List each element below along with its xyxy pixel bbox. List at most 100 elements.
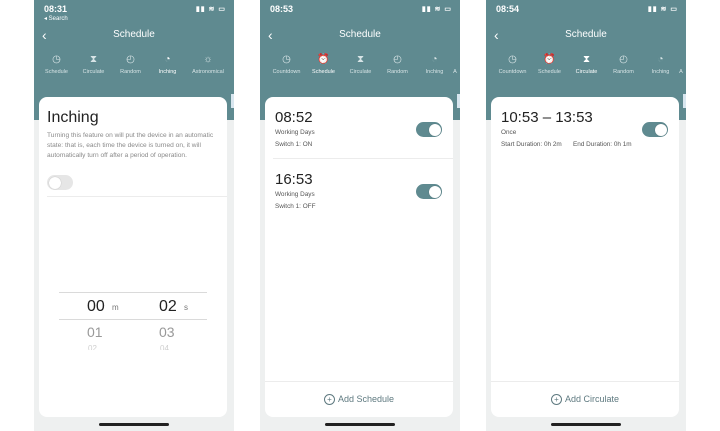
minutes-unit: m	[112, 303, 119, 312]
toggle-knob	[428, 123, 441, 136]
sunrise-icon	[450, 52, 460, 68]
tab-random[interactable]: ◴ Random	[112, 52, 149, 76]
hourglass-icon: ⧗	[89, 54, 98, 65]
schedule-days: Working Days	[275, 129, 315, 136]
mode-tabs: ◷ Countdown ⏰ Schedule ⧗ Circulate ◴ Random …	[486, 52, 686, 82]
alarm-clock-icon: ⏰	[543, 54, 556, 65]
tab-countdown[interactable]: ◷ Countdown	[494, 52, 531, 76]
phone-schedule: 08:53 ▮▮ ≋ ▭ ‹ Schedule ◷ Countdown ⏰ Sche…	[260, 0, 460, 431]
sunrise-icon: ☼	[203, 54, 213, 65]
home-indicator	[551, 423, 621, 426]
inching-card: Inching Turning this feature on will put…	[39, 97, 227, 417]
tab-inching[interactable]: ◔ Inching	[416, 52, 453, 76]
status-time: 08:31	[44, 4, 68, 14]
footer-divider	[265, 381, 453, 382]
schedule-days: Working Days	[275, 191, 315, 198]
add-schedule-label: Add Schedule	[337, 394, 395, 404]
duration-picker[interactable]: 00 m 02 s 01 03 02 04	[59, 292, 207, 352]
schedule-time: 08:52	[275, 109, 313, 126]
add-circulate-button[interactable]: + Add Circulate	[491, 394, 679, 406]
picker-line-top	[59, 292, 207, 293]
divider	[273, 158, 453, 159]
clock-icon: ◷	[52, 54, 61, 65]
signal-wifi-battery-icon: ▮▮ ≋ ▭	[195, 6, 226, 13]
schedule-toggle[interactable]	[416, 184, 442, 199]
minutes-next[interactable]: 01	[87, 324, 103, 340]
seconds-value[interactable]: 02	[159, 298, 177, 316]
tab-schedule[interactable]: ◷ Schedule	[38, 52, 75, 76]
tab-circulate[interactable]: ⧗ Circulate	[75, 52, 112, 76]
tab-astronomical-partial[interactable]: A	[676, 52, 686, 76]
tab-astronomical[interactable]: ☼ Astronomical	[186, 52, 230, 76]
picker-line-bottom	[59, 319, 207, 320]
inching-description: Turning this feature on will put the dev…	[47, 132, 214, 159]
status-bar: 08:31 ◂ Search ▮▮ ≋ ▭	[44, 4, 226, 22]
divider	[47, 196, 227, 197]
tab-schedule[interactable]: ⏰ Schedule	[305, 52, 342, 76]
phone-circulate: 08:54 ▮▮ ≋ ▭ ‹ Schedule ◷ Countdown ⏰ Sche…	[486, 0, 686, 431]
section-title: Inching	[47, 109, 99, 126]
tab-countdown[interactable]: ◷ Countdown	[268, 52, 305, 76]
scroll-handle	[457, 94, 460, 108]
hourglass-icon: ⧗	[356, 54, 365, 65]
mode-tabs: ◷ Countdown ⏰ Schedule ⧗ Circulate ◴ Random …	[260, 52, 460, 82]
schedule-time: 16:53	[275, 171, 313, 188]
status-time: 08:54	[496, 4, 520, 14]
tab-inching[interactable]: ◔ Inching	[149, 52, 186, 76]
add-schedule-button[interactable]: + Add Schedule	[265, 394, 453, 406]
phone-inching: 08:31 ◂ Search ▮▮ ≋ ▭ ‹ Schedule ◷ Schedu…	[34, 0, 234, 431]
toggle-knob	[428, 185, 441, 198]
plus-circle-icon: +	[550, 394, 562, 406]
clock-icon: ◷	[282, 54, 291, 65]
alarm-clock-icon: ⏰	[317, 54, 330, 65]
tab-random[interactable]: ◴ Random	[379, 52, 416, 76]
schedule-action: Switch 1: ON	[275, 141, 313, 148]
mode-tabs: ◷ Schedule ⧗ Circulate ◴ Random ◔ Inching ☼ A…	[34, 52, 234, 82]
tab-inching[interactable]: ◔ Inching	[642, 52, 679, 76]
minutes-far: 02	[88, 344, 97, 350]
page-title: Schedule	[565, 29, 607, 40]
hourglass-icon: ⧗	[582, 54, 591, 65]
minutes-value[interactable]: 00	[87, 298, 105, 316]
nav-bar: ‹ Schedule	[260, 26, 460, 44]
clock-icon: ◴	[619, 54, 628, 65]
signal-wifi-battery-icon: ▮▮ ≋ ▭	[647, 6, 678, 13]
circulate-card: 10:53 – 13:53 Once Start Duration: 0h 2m…	[491, 97, 679, 417]
status-time: 08:53	[270, 4, 294, 14]
seconds-unit: s	[184, 303, 188, 312]
toggle-knob	[48, 176, 61, 189]
plus-circle-icon: +	[323, 394, 335, 406]
nav-bar: ‹ Schedule	[34, 26, 234, 44]
timer-icon: ◔	[164, 54, 171, 65]
circulate-end-duration: End Duration: 0h 1m	[573, 141, 632, 148]
clock-icon: ◴	[126, 54, 135, 65]
clock-icon: ◷	[508, 54, 517, 65]
circulate-start-duration: Start Duration: 0h 2m	[501, 141, 562, 148]
timer-icon: ◔	[431, 54, 438, 65]
home-indicator	[325, 423, 395, 426]
tab-astronomical-partial[interactable]: A	[450, 52, 460, 76]
page-title: Schedule	[339, 29, 381, 40]
footer-divider	[491, 381, 679, 382]
clock-icon: ◴	[393, 54, 402, 65]
timer-icon: ◔	[657, 54, 664, 65]
scroll-handle	[231, 94, 234, 108]
sunrise-icon	[676, 52, 686, 68]
signal-wifi-battery-icon: ▮▮ ≋ ▭	[421, 6, 452, 13]
circulate-time-range: 10:53 – 13:53	[501, 109, 593, 126]
tab-circulate[interactable]: ⧗ Circulate	[568, 52, 605, 76]
schedule-toggle[interactable]	[416, 122, 442, 137]
back-to-search[interactable]: ◂ Search	[44, 15, 68, 22]
toggle-knob	[654, 123, 667, 136]
inching-toggle[interactable]	[47, 175, 73, 190]
status-bar: 08:53 ▮▮ ≋ ▭	[270, 4, 452, 18]
page-title: Schedule	[113, 29, 155, 40]
scroll-handle	[683, 94, 686, 108]
circulate-toggle[interactable]	[642, 122, 668, 137]
home-indicator	[99, 423, 169, 426]
status-bar: 08:54 ▮▮ ≋ ▭	[496, 4, 678, 18]
tab-schedule[interactable]: ⏰ Schedule	[531, 52, 568, 76]
tab-circulate[interactable]: ⧗ Circulate	[342, 52, 379, 76]
seconds-next[interactable]: 03	[159, 324, 175, 340]
tab-random[interactable]: ◴ Random	[605, 52, 642, 76]
